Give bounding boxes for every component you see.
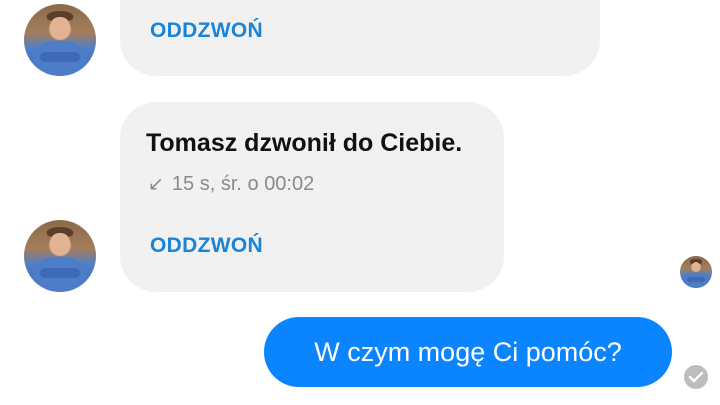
seen-check-icon [684, 365, 708, 389]
avatar-face [49, 232, 71, 255]
incoming-call-arrow-icon: ↙ [148, 174, 164, 195]
read-receipt-avatar [680, 256, 712, 288]
avatar-arms [39, 51, 81, 62]
call-meta: ↙ 15 s, śr. o 00:02 [148, 173, 314, 196]
avatar-arms [687, 277, 705, 282]
call-meta-text: 15 s, śr. o 00:02 [171, 173, 315, 195]
sent-message-text: W czym mogę Ci pomóc? [314, 336, 622, 367]
contact-avatar[interactable] [24, 220, 96, 292]
callback-button[interactable]: ODDZWOŃ [150, 19, 263, 43]
call-title: Tomasz dzwonił do Ciebie. [146, 129, 463, 157]
check-icon [688, 371, 704, 383]
contact-avatar[interactable] [24, 4, 96, 76]
avatar-arms [39, 267, 81, 278]
avatar-face [49, 16, 71, 39]
callback-button[interactable]: ODDZWOŃ [150, 234, 263, 258]
avatar-face [691, 261, 701, 272]
sent-message-bubble[interactable]: W czym mogę Ci pomóc? [264, 317, 672, 387]
